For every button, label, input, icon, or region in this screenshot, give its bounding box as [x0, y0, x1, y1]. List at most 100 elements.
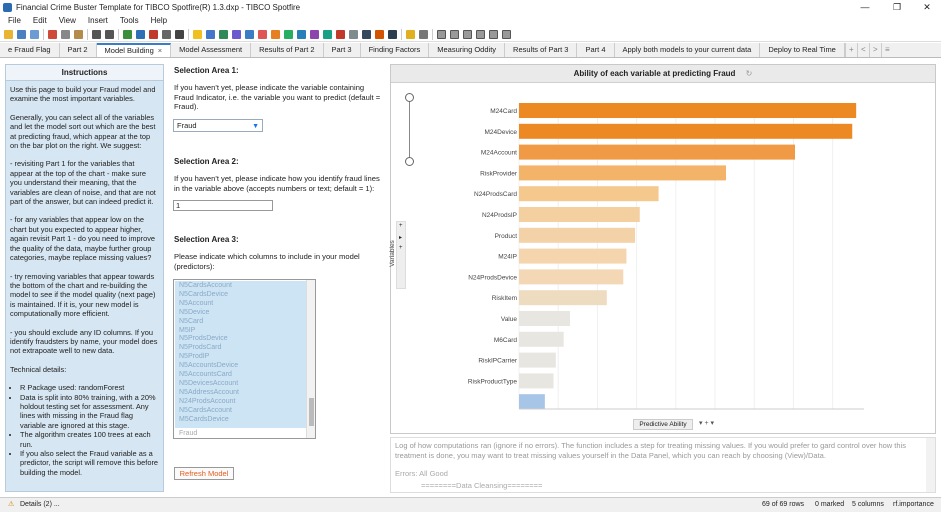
hand-icon[interactable]: [175, 29, 184, 39]
bookmark-icon[interactable]: [149, 29, 158, 39]
text-area-icon[interactable]: [206, 29, 215, 39]
menu-file[interactable]: File: [8, 16, 21, 25]
light-bulb-icon[interactable]: [193, 29, 202, 39]
scrollbar-thumb[interactable]: [309, 398, 314, 426]
menu-insert[interactable]: Insert: [88, 16, 108, 25]
list-item[interactable]: N5CardsAccount: [179, 407, 232, 415]
treemap-icon[interactable]: [336, 29, 345, 39]
details-link[interactable]: Details (2) ...: [20, 498, 60, 512]
slider-handle-bottom[interactable]: [405, 157, 414, 166]
x-axis-selector[interactable]: Predictive Ability: [633, 419, 693, 430]
close-icon[interactable]: ×: [158, 46, 162, 55]
cut-icon[interactable]: [48, 29, 57, 39]
list-item[interactable]: N5Device: [179, 309, 209, 317]
box-plot-icon[interactable]: [388, 29, 397, 39]
print-icon[interactable]: [30, 29, 39, 39]
copy-icon[interactable]: [61, 29, 70, 39]
list-item[interactable]: N5CardsAccount: [179, 282, 232, 290]
tab-model-building[interactable]: Model Building ×: [96, 43, 172, 57]
tab-deploy-real-time[interactable]: Deploy to Real Time: [760, 43, 845, 57]
cross-table-icon[interactable]: [232, 29, 241, 39]
tab-results-of-part-2[interactable]: Results of Part 2: [251, 43, 324, 57]
layout-icon[interactable]: [463, 29, 472, 39]
filter-icon[interactable]: [136, 29, 145, 39]
table-plot-icon[interactable]: [219, 29, 228, 39]
table-icon[interactable]: [123, 29, 132, 39]
add-icon[interactable]: +: [399, 245, 403, 251]
close-window-button[interactable]: ✕: [913, 0, 941, 14]
redo-icon[interactable]: [105, 29, 114, 39]
map-chart-icon[interactable]: [323, 29, 332, 39]
list-item[interactable]: M5CardsDevice: [179, 416, 229, 424]
refresh-icon[interactable]: ↻: [746, 69, 753, 78]
parallel-coordinates-icon[interactable]: [362, 29, 371, 39]
list-item[interactable]: N5DevicesAccount: [179, 380, 238, 388]
tab-list-button[interactable]: ≡: [880, 43, 893, 57]
list-item[interactable]: N5CardsDevice: [179, 291, 228, 299]
tab-apply-models[interactable]: Apply both models to your current data: [615, 43, 761, 57]
tab-fraud-flag[interactable]: e Fraud Flag: [0, 43, 60, 57]
refresh-model-button[interactable]: Refresh Model: [174, 467, 234, 480]
layout-icon[interactable]: [450, 29, 459, 39]
list-item[interactable]: N5AccountsCard: [179, 371, 232, 379]
active-table[interactable]: rf.importance: [893, 498, 934, 512]
arrow-icon[interactable]: [162, 29, 171, 39]
combination-chart-icon[interactable]: [271, 29, 280, 39]
menu-view[interactable]: View: [59, 16, 76, 25]
summary-table-icon[interactable]: [375, 29, 384, 39]
list-item[interactable]: Fraud: [179, 430, 197, 437]
instructions-paragraph: Generally, you can select all of the var…: [10, 112, 156, 151]
bar-chart-icon[interactable]: [245, 29, 254, 39]
menu-tools[interactable]: Tools: [120, 16, 139, 25]
list-item[interactable]: N5AccountsDevice: [179, 362, 238, 370]
maximize-button[interactable]: ❐: [883, 0, 911, 14]
tab-part-3[interactable]: Part 3: [324, 43, 361, 57]
save-icon[interactable]: [17, 29, 26, 39]
list-item[interactable]: M5IP: [179, 327, 195, 335]
line-chart-icon[interactable]: [258, 29, 267, 39]
fraud-variable-dropdown[interactable]: Fraud ▼: [173, 119, 263, 132]
heat-map-icon[interactable]: [349, 29, 358, 39]
list-item[interactable]: N5ProdsDevice: [179, 335, 228, 343]
layout-icon[interactable]: [489, 29, 498, 39]
list-item[interactable]: N5ProdIP: [179, 353, 209, 361]
tab-model-assessment[interactable]: Model Assessment: [171, 43, 252, 57]
add-icon[interactable]: +: [399, 223, 403, 229]
3d-scatter-icon[interactable]: [310, 29, 319, 39]
undo-icon[interactable]: [92, 29, 101, 39]
settings-icon[interactable]: [419, 29, 428, 39]
slider-handle-top[interactable]: [405, 93, 414, 102]
axis-controls[interactable]: ▾ + ▾: [699, 419, 714, 427]
paste-icon[interactable]: [74, 29, 83, 39]
listbox-scrollbar[interactable]: [306, 280, 315, 438]
list-item[interactable]: N5Account: [179, 300, 213, 308]
layout-icon[interactable]: [437, 29, 446, 39]
tab-part-4[interactable]: Part 4: [577, 43, 615, 57]
minimize-button[interactable]: —: [851, 0, 879, 14]
tab-finding-factors[interactable]: Finding Factors: [361, 43, 430, 57]
zoom-slider[interactable]: [405, 93, 414, 166]
pie-chart-icon[interactable]: [284, 29, 293, 39]
log-scrollbar[interactable]: [926, 438, 935, 492]
scatter-plot-icon[interactable]: [297, 29, 306, 39]
menu-help[interactable]: Help: [151, 16, 167, 25]
open-icon[interactable]: [4, 29, 13, 39]
prev-tab-button[interactable]: <: [856, 43, 869, 57]
add-page-button[interactable]: +: [844, 43, 857, 57]
tab-measuring-oddity[interactable]: Measuring Oddity: [429, 43, 506, 57]
list-item[interactable]: N24ProdsAccount: [179, 398, 235, 406]
y-axis-selector[interactable]: + ▸ + Variables: [389, 221, 406, 289]
list-item[interactable]: N5Card: [179, 318, 203, 326]
layout-icon[interactable]: [476, 29, 485, 39]
layout-icon[interactable]: [502, 29, 511, 39]
menu-edit[interactable]: Edit: [33, 16, 47, 25]
fraud-indicator-input[interactable]: 1: [173, 200, 273, 211]
next-tab-button[interactable]: >: [868, 43, 881, 57]
tab-part-2[interactable]: Part 2: [60, 43, 97, 57]
tab-results-of-part-3[interactable]: Results of Part 3: [505, 43, 578, 57]
expand-icon[interactable]: ▸: [399, 234, 402, 241]
list-item[interactable]: N5AddressAccount: [179, 389, 239, 397]
list-item[interactable]: N5ProdsCard: [179, 344, 221, 352]
page-icon[interactable]: [406, 29, 415, 39]
predictor-columns-listbox[interactable]: N5CardsAccount N5CardsDevice N5Account N5De…: [173, 279, 316, 439]
